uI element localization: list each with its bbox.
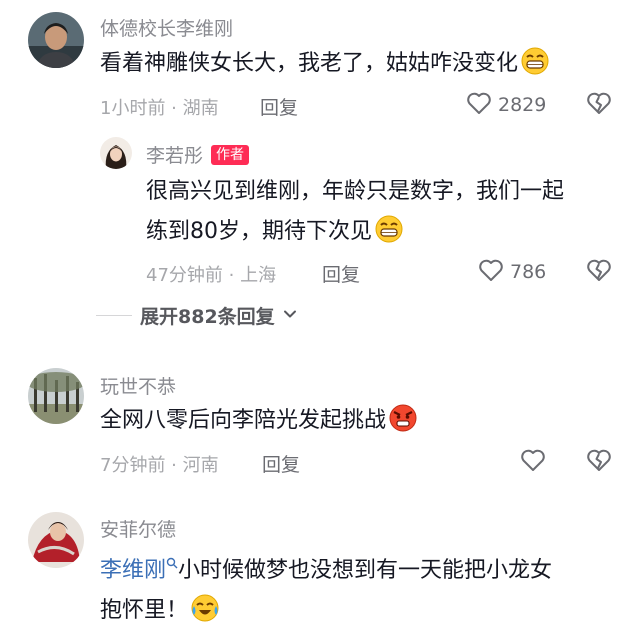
reply-username-row: 李若彤 作者 bbox=[146, 141, 250, 168]
grin-emoji-icon bbox=[520, 46, 550, 90]
expand-replies-button[interactable]: 展开882条回复 bbox=[96, 302, 297, 329]
avatar[interactable] bbox=[28, 368, 84, 424]
comment-text: 李维刚 小时候做梦也没想到有一天能把小龙女 抱怀里！ bbox=[100, 543, 630, 628]
comment-text-content: 看着神雕侠女长大，我老了，姑姑咋没变化 bbox=[100, 51, 519, 76]
heart-icon bbox=[520, 448, 546, 476]
broken-heart-icon[interactable] bbox=[586, 91, 612, 119]
reply-username[interactable]: 李若彤 bbox=[146, 145, 203, 167]
comment-text-line2: 抱怀里！ bbox=[100, 591, 630, 628]
reply-button[interactable]: 回复 bbox=[260, 93, 298, 120]
reply-button[interactable]: 回复 bbox=[322, 260, 360, 287]
like-button[interactable]: 2829 bbox=[466, 91, 546, 119]
comment-username[interactable]: 体德校长李维刚 bbox=[100, 14, 233, 41]
comment-text: 看着神雕侠女长大，我老了，姑姑咋没变化 bbox=[100, 44, 550, 90]
reply-button[interactable]: 回复 bbox=[262, 450, 300, 477]
laugh-cry-emoji-icon bbox=[190, 593, 220, 628]
like-button[interactable] bbox=[520, 448, 546, 476]
comment-text-content: 小时候做梦也没想到有一天能把小龙女 bbox=[178, 558, 553, 583]
avatar[interactable] bbox=[28, 512, 84, 568]
search-icon bbox=[166, 543, 178, 583]
comment-text: 全网八零后向李陪光发起挑战 bbox=[100, 401, 418, 447]
reply-text-content: 练到80岁，期待下次见 bbox=[146, 219, 372, 244]
divider bbox=[96, 315, 132, 316]
avatar[interactable] bbox=[100, 137, 132, 169]
comment-text-content: 抱怀里！ bbox=[100, 598, 189, 623]
chevron-down-icon bbox=[283, 306, 297, 325]
reply-text-line: 很高兴见到维刚，年龄只是数字，我们一起 bbox=[146, 179, 565, 204]
like-button[interactable]: 786 bbox=[478, 258, 546, 286]
comment-username[interactable]: 安菲尔德 bbox=[100, 515, 176, 542]
comment-text-content: 全网八零后向李陪光发起挑战 bbox=[100, 408, 387, 433]
avatar[interactable] bbox=[28, 12, 84, 68]
heart-icon bbox=[478, 258, 504, 286]
author-badge: 作者 bbox=[211, 145, 250, 165]
comment-username[interactable]: 玩世不恭 bbox=[100, 372, 176, 399]
expand-replies-label: 展开882条回复 bbox=[140, 306, 275, 328]
mention-link[interactable]: 李维刚 bbox=[100, 558, 166, 583]
comment-meta: 1小时前 · 湖南 bbox=[100, 98, 219, 119]
like-count: 2829 bbox=[498, 94, 547, 116]
angry-emoji-icon bbox=[388, 403, 418, 447]
reply-meta: 47分钟前 · 上海 bbox=[146, 265, 277, 286]
comment-meta: 7分钟前 · 河南 bbox=[100, 455, 219, 476]
reply-text: 很高兴见到维刚，年龄只是数字，我们一起 练到80岁，期待下次见 bbox=[146, 172, 626, 258]
like-count: 786 bbox=[510, 261, 547, 283]
comment-text-line: 李维刚 小时候做梦也没想到有一天能把小龙女 bbox=[100, 543, 630, 591]
grin-emoji-icon bbox=[374, 214, 404, 258]
heart-icon bbox=[466, 91, 492, 119]
broken-heart-icon[interactable] bbox=[586, 448, 612, 476]
broken-heart-icon[interactable] bbox=[586, 258, 612, 286]
reply-text-line2: 练到80岁，期待下次见 bbox=[146, 212, 626, 258]
